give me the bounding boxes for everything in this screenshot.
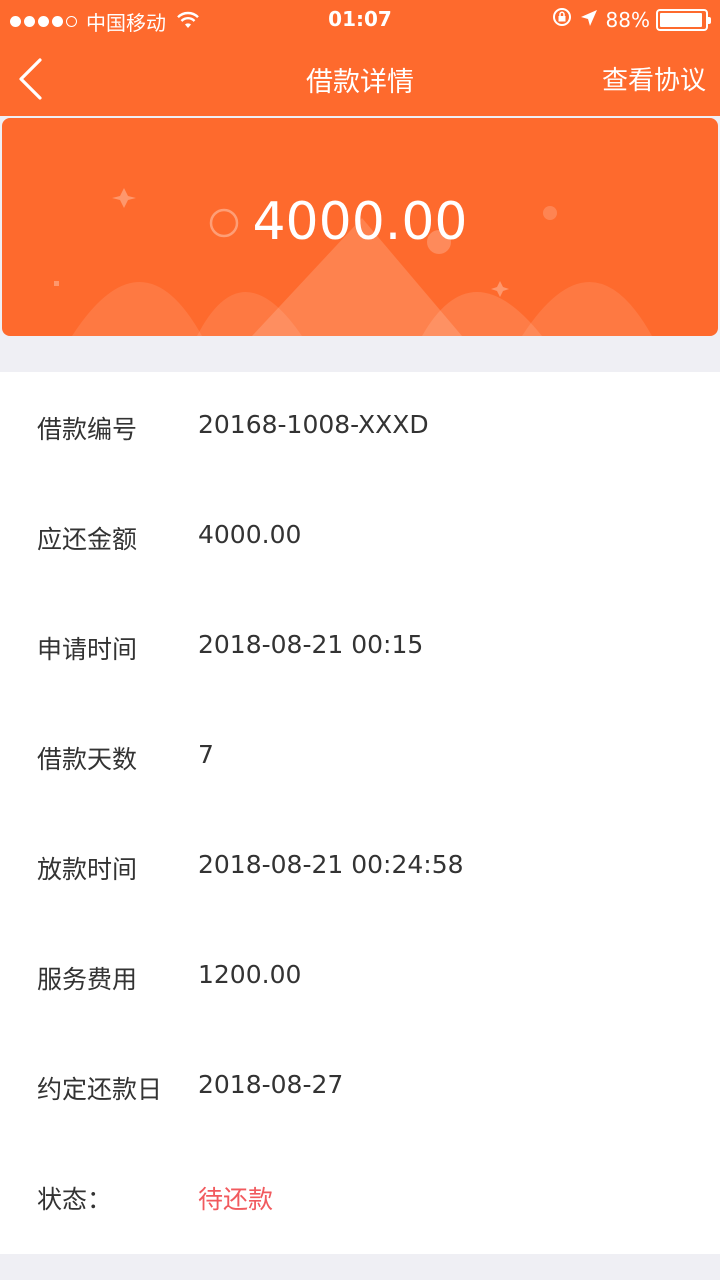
detail-label: 状态：: [37, 1185, 113, 1214]
detail-value: 20168-1008-XXXD: [198, 410, 429, 439]
detail-value: 7: [198, 740, 214, 769]
detail-row-apply-time: 申请时间 2018-08-21 00:15: [0, 592, 720, 702]
battery-percent: 88%: [605, 7, 650, 32]
detail-label: 服务费用: [37, 965, 138, 994]
detail-label: 应还金额: [37, 525, 138, 554]
detail-value: 1200.00: [198, 960, 302, 989]
detail-row-loan-number: 借款编号 20168-1008-XXXD: [0, 372, 720, 482]
detail-row-service-fee: 服务费用 1200.00: [0, 922, 720, 1032]
detail-row-due-date: 约定还款日 2018-08-27: [0, 1032, 720, 1142]
detail-row-amount-due: 应还金额 4000.00: [0, 482, 720, 592]
battery-icon: [656, 8, 711, 31]
status-badge: 待还款: [198, 1185, 274, 1214]
location-arrow-icon: [580, 8, 598, 32]
status-bar: 中国移动 01:07 88%: [0, 0, 720, 38]
loan-detail-list: 借款编号 20168-1008-XXXD 应还金额 4000.00 申请时间 2…: [0, 372, 720, 1254]
status-indicators: 88%: [552, 7, 711, 32]
detail-label: 申请时间: [37, 635, 138, 664]
detail-value: 4000.00: [198, 520, 302, 549]
detail-value: 2018-08-21 00:15: [198, 630, 424, 659]
detail-row-disburse-time: 放款时间 2018-08-21 00:24:58: [0, 812, 720, 922]
detail-row-loan-days: 借款天数 7: [0, 702, 720, 812]
rotation-lock-icon: [552, 7, 572, 32]
detail-label: 借款编号: [37, 415, 138, 444]
detail-row-status: 状态： 待还款: [0, 1142, 720, 1252]
detail-label: 约定还款日: [37, 1075, 163, 1104]
nav-bar: 借款详情 查看协议: [0, 38, 720, 116]
detail-value: 2018-08-27: [198, 1070, 344, 1099]
detail-label: 借款天数: [37, 745, 138, 774]
amount-banner: 4000.00: [2, 118, 718, 336]
detail-value: 2018-08-21 00:24:58: [198, 850, 464, 879]
loan-amount: 4000.00: [252, 192, 468, 252]
detail-label: 放款时间: [37, 855, 138, 884]
view-agreement-link[interactable]: 查看协议: [602, 60, 706, 97]
